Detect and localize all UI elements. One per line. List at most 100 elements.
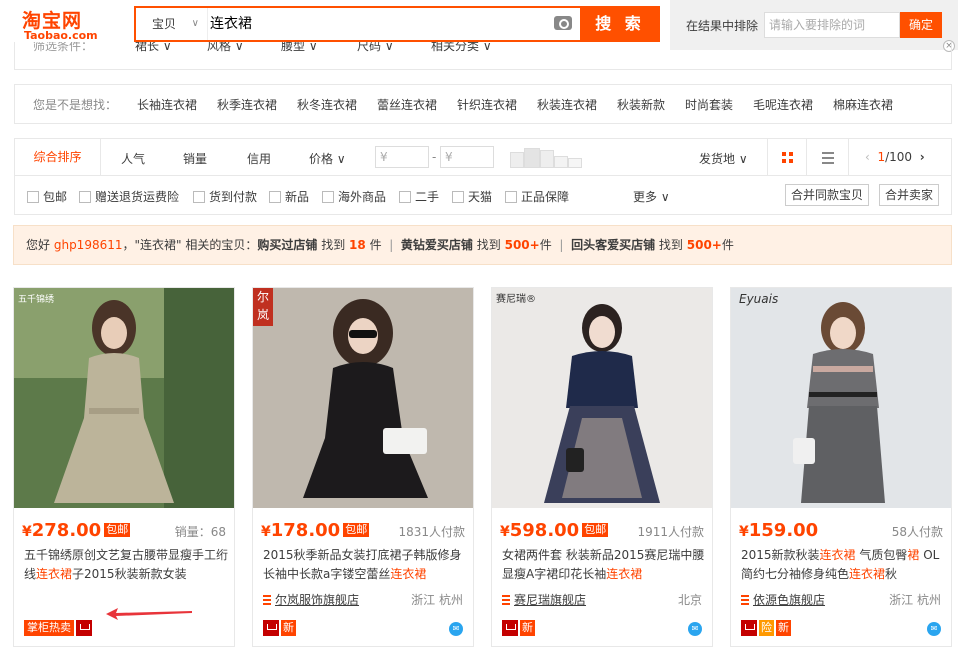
filter-item[interactable]: 风格 ∨	[207, 42, 244, 56]
wangwang-chat-icon[interactable]: ✉	[688, 622, 702, 636]
next-page-icon[interactable]: ›	[920, 150, 925, 164]
product-sales: 58人付款	[891, 525, 943, 539]
sort-tab-sales[interactable]: 销量	[183, 150, 207, 167]
shop-link[interactable]: 赛尼瑞旗舰店	[502, 591, 586, 608]
username-link[interactable]: ghp198611	[54, 238, 123, 252]
pager: ‹ 1/100 ›	[865, 150, 925, 164]
filter-item[interactable]: 腰型 ∨	[281, 42, 318, 56]
free-shipping-badge: 包邮	[104, 523, 131, 537]
filter-checkbox[interactable]: 天猫	[452, 188, 492, 205]
more-filters-button[interactable]: 更多 ∨	[633, 188, 670, 205]
page-current: 1	[877, 150, 886, 164]
suggestion-link[interactable]: 秋季连衣裙	[217, 96, 277, 113]
logo-en-text: Taobao.com	[24, 29, 98, 42]
product-card[interactable]: 五千锦绣 ¥278.00 包邮 销量：68 五千锦绣原创文艺复古腰带显瘦手工绗线连…	[13, 287, 235, 647]
page-total: /100	[885, 150, 913, 164]
tmall-icon	[263, 620, 279, 636]
product-title[interactable]: 五千锦绣原创文艺复古腰带显瘦手工绗线连衣裙子2015秋装新款女装	[24, 546, 229, 584]
merge-seller-button[interactable]: 合并卖家	[879, 184, 940, 206]
grid-view-button[interactable]	[767, 139, 807, 176]
suggestion-link[interactable]: 长袖连衣裙	[137, 96, 197, 113]
ship-from-select[interactable]: 发货地 ∨	[699, 150, 748, 167]
product-location: 浙江 杭州	[889, 593, 941, 607]
suggestion-link[interactable]: 秋装连衣裙	[537, 96, 597, 113]
product-card[interactable]: Eyuais ¥159.00 58人付款 2015新款秋装连衣裙 气质包臀裙 O…	[730, 287, 952, 647]
filter-item[interactable]: 尺码 ∨	[357, 42, 394, 56]
product-title[interactable]: 2015秋季新品女装打底裙子韩版修身长袖中长款a字镂空蕾丝连衣裙	[263, 546, 468, 584]
shop-link[interactable]: 尔岚服饰旗舰店	[263, 591, 359, 608]
product-price: ¥159.00	[739, 520, 819, 541]
sort-tab-price[interactable]: 价格 ∨	[309, 150, 346, 167]
filter-checkbox[interactable]: 赠送退货运费险	[79, 188, 179, 205]
filter-checkbox[interactable]: 新品	[269, 188, 309, 205]
product-sales: 1831人付款	[398, 525, 465, 539]
price-min-input[interactable]: ¥	[375, 146, 429, 168]
shop-link[interactable]: 依源色旗舰店	[741, 591, 825, 608]
product-title[interactable]: 2015新款秋装连衣裙 气质包臀裙 OL简约七分袖修身纯色连衣裙秋	[741, 546, 946, 584]
hot-seller-badge: 掌柜热卖	[24, 620, 74, 636]
exclude-label: 在结果中排除	[686, 19, 759, 33]
filter-checkbox[interactable]: 海外商品	[322, 188, 386, 205]
shop-icon	[502, 595, 510, 605]
camera-icon[interactable]	[554, 16, 572, 30]
tmall-icon	[741, 620, 757, 636]
shop-icon	[263, 595, 271, 605]
filter-label: 筛选条件：	[33, 42, 94, 53]
product-badges: 新	[263, 620, 298, 636]
price-range-chart	[510, 148, 584, 168]
suggestion-link[interactable]: 秋冬连衣裙	[297, 96, 357, 113]
product-card[interactable]: 赛尼瑞® ¥598.00 包邮 1911人付款 女裙两件套 秋装新品2015赛尼瑞…	[491, 287, 713, 647]
shop-icon	[741, 595, 749, 605]
product-card[interactable]: 尔岚 ¥178.00 包邮 1831人付款 2015秋季新品女装打底裙子韩版修身长…	[252, 287, 474, 647]
exclude-confirm-button[interactable]: 确定	[900, 12, 942, 38]
sort-tab-credit[interactable]: 信用	[247, 150, 271, 167]
suggestion-link[interactable]: 棉麻连衣裙	[833, 96, 893, 113]
search-input[interactable]: 连衣裙	[210, 8, 510, 40]
prev-page-icon[interactable]: ‹	[865, 150, 870, 164]
personalized-notice: 您好 ghp198611，"连衣裙" 相关的宝贝：购买过店铺 找到 18 件 |…	[13, 225, 952, 265]
sort-tab-popularity[interactable]: 人气	[121, 150, 145, 167]
product-sales: 1911人付款	[637, 525, 704, 539]
suggestion-label: 您是不是想找：	[33, 98, 118, 112]
list-view-button[interactable]	[807, 139, 849, 176]
suggestion-bar: 您是不是想找： 长袖连衣裙 秋季连衣裙 秋冬连衣裙 蕾丝连衣裙 针织连衣裙 秋装…	[14, 84, 952, 124]
price-max-input[interactable]: ¥	[440, 146, 494, 168]
taobao-logo[interactable]: 淘宝网 Taobao.com	[14, 6, 114, 44]
suggestion-link[interactable]: 蕾丝连衣裙	[377, 96, 437, 113]
sort-tab-default[interactable]: 综合排序	[15, 139, 101, 176]
filter-item[interactable]: 裙长 ∨	[135, 42, 172, 56]
filter-checkbox[interactable]: 二手	[399, 188, 439, 205]
filter-checkbox[interactable]: 包邮	[27, 188, 67, 205]
price-dash: -	[432, 150, 437, 164]
wangwang-chat-icon[interactable]: ✉	[449, 622, 463, 636]
chevron-down-icon: ∨	[191, 18, 199, 29]
new-badge: 新	[281, 620, 296, 636]
tmall-icon	[76, 620, 92, 636]
product-image[interactable]: Eyuais	[731, 288, 951, 508]
suggestion-link[interactable]: 毛呢连衣裙	[753, 96, 813, 113]
filter-checkbox[interactable]: 货到付款	[193, 188, 257, 205]
suggestion-link[interactable]: 秋装新款	[617, 96, 665, 113]
product-location: 浙江 杭州	[411, 593, 463, 607]
merge-same-button[interactable]: 合并同款宝贝	[785, 184, 870, 206]
search-button[interactable]: 搜 索	[580, 6, 660, 42]
brand-watermark: 尔岚	[253, 288, 273, 326]
product-image[interactable]: 五千锦绣	[14, 288, 234, 508]
product-badges: 掌柜热卖	[24, 620, 94, 636]
chevron-down-icon: ∨	[738, 152, 748, 166]
search-scope-select[interactable]: 宝贝 ∨	[136, 8, 208, 40]
product-title[interactable]: 女裙两件套 秋装新品2015赛尼瑞中腰显瘦A字裙印花长袖连衣裙	[502, 546, 707, 584]
exclude-input[interactable]: 请输入要排除的词	[764, 12, 900, 38]
free-shipping-badge: 包邮	[343, 523, 370, 537]
filter-checkbox[interactable]: 正品保障	[505, 188, 569, 205]
suggestion-link[interactable]: 时尚套装	[685, 96, 733, 113]
sort-bar: 综合排序 人气 销量 信用 价格 ∨ ¥ - ¥ 发货地 ∨ ‹ 1/100 ›	[14, 138, 952, 176]
arrow-annotation	[106, 608, 192, 620]
product-image[interactable]: 尔岚	[253, 288, 473, 508]
suggestion-link[interactable]: 针织连衣裙	[457, 96, 517, 113]
filter-item[interactable]: 相关分类 ∨	[431, 42, 492, 56]
new-badge: 新	[776, 620, 791, 636]
product-image[interactable]: 赛尼瑞®	[492, 288, 712, 508]
free-shipping-badge: 包邮	[582, 523, 609, 537]
wangwang-chat-icon[interactable]: ✉	[927, 622, 941, 636]
